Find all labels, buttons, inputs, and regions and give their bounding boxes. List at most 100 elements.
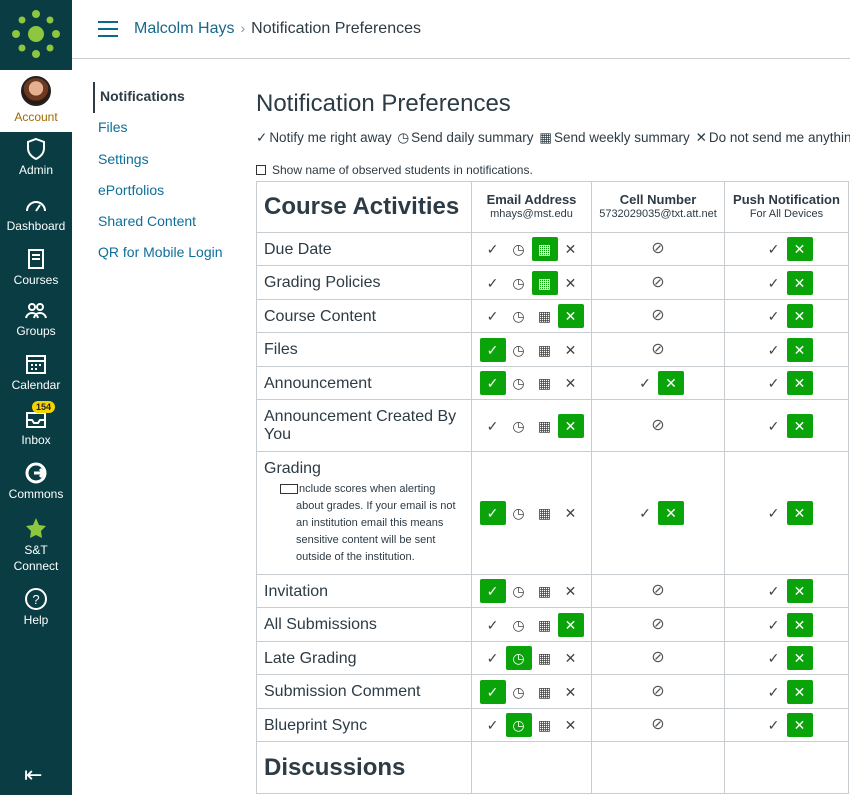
x-icon[interactable]: ✕	[786, 579, 813, 603]
check-icon[interactable]: ✓	[761, 271, 787, 295]
check-icon[interactable]: ✓	[761, 613, 787, 637]
clock-icon[interactable]: ◷	[506, 613, 532, 637]
subnav-item-files[interactable]: Files	[93, 113, 243, 144]
global-nav-account[interactable]: Account	[0, 70, 72, 132]
x-icon[interactable]: ✕	[558, 579, 584, 603]
x-icon[interactable]: ✕	[557, 612, 584, 637]
clock-icon[interactable]: ◷	[506, 237, 532, 261]
calendar-icon[interactable]: ▦	[532, 304, 558, 328]
disabled-icon[interactable]: ⊘	[645, 414, 671, 438]
clock-icon[interactable]: ◷	[506, 501, 532, 525]
calendar-icon[interactable]: ▦	[532, 646, 558, 670]
global-nav-stconnect[interactable]: S&T Connect	[0, 516, 72, 574]
check-icon[interactable]: ✓	[480, 646, 506, 670]
disabled-icon[interactable]: ⊘	[645, 579, 671, 603]
x-icon[interactable]: ✕	[558, 501, 584, 525]
disabled-icon[interactable]: ⊘	[645, 613, 671, 637]
disabled-icon[interactable]: ⊘	[645, 338, 671, 362]
calendar-icon[interactable]: ▦	[532, 501, 558, 525]
global-nav-admin[interactable]: Admin	[0, 137, 72, 177]
global-nav-commons[interactable]: Commons	[0, 461, 72, 501]
clock-icon[interactable]: ◷	[506, 304, 532, 328]
x-icon[interactable]: ✕	[658, 371, 684, 395]
checkbox[interactable]	[280, 484, 298, 494]
check-icon[interactable]: ✓	[479, 501, 506, 525]
check-icon[interactable]: ✓	[479, 579, 506, 603]
x-icon[interactable]: ✕	[557, 304, 584, 328]
check-icon[interactable]: ✓	[632, 371, 658, 395]
x-icon[interactable]: ✕	[786, 237, 813, 261]
checkbox[interactable]	[256, 165, 266, 175]
global-nav-calendar[interactable]: Calendar	[0, 352, 72, 392]
x-icon[interactable]: ✕	[786, 679, 813, 704]
calendar-icon[interactable]: ▦	[532, 680, 558, 704]
x-icon[interactable]: ✕	[786, 371, 813, 395]
breadcrumb-user[interactable]: Malcolm Hays	[134, 20, 234, 37]
clock-icon[interactable]: ◷	[505, 713, 532, 737]
x-icon[interactable]: ✕	[786, 646, 813, 670]
check-icon[interactable]: ✓	[479, 679, 506, 704]
check-icon[interactable]: ✓	[480, 713, 506, 737]
calendar-icon[interactable]: ▦	[532, 579, 558, 603]
x-icon[interactable]: ✕	[558, 646, 584, 670]
check-icon[interactable]: ✓	[479, 371, 506, 395]
include-scores-option[interactable]: Include scores when alerting about grade…	[264, 481, 459, 566]
x-icon[interactable]: ✕	[558, 713, 584, 737]
global-nav-courses[interactable]: Courses	[0, 247, 72, 287]
x-icon[interactable]: ✕	[786, 612, 813, 637]
subnav-item-shared-content[interactable]: Shared Content	[93, 207, 243, 238]
disabled-icon[interactable]: ⊘	[645, 713, 671, 737]
subnav-item-eportfolios[interactable]: ePortfolios	[93, 176, 243, 207]
check-icon[interactable]: ✓	[761, 646, 787, 670]
global-nav-inbox[interactable]: 154 Inbox	[0, 401, 72, 447]
clock-icon[interactable]: ◷	[506, 371, 532, 395]
x-icon[interactable]: ✕	[786, 270, 813, 295]
hamburger-icon[interactable]	[98, 21, 118, 37]
clock-icon[interactable]: ◷	[506, 414, 532, 438]
canvas-logo-icon[interactable]	[10, 8, 62, 60]
x-icon[interactable]: ✕	[558, 237, 584, 261]
calendar-icon[interactable]: ▦	[532, 414, 558, 438]
calendar-icon[interactable]: ▦	[531, 270, 558, 295]
disabled-icon[interactable]: ⊘	[645, 271, 671, 295]
calendar-icon[interactable]: ▦	[532, 371, 558, 395]
clock-icon[interactable]: ◷	[505, 646, 532, 670]
subnav-item-notifications[interactable]: Notifications	[93, 82, 243, 114]
global-nav-help[interactable]: ? Help	[0, 587, 72, 627]
check-icon[interactable]: ✓	[761, 304, 787, 328]
calendar-icon[interactable]: ▦	[532, 613, 558, 637]
check-icon[interactable]: ✓	[480, 237, 506, 261]
check-icon[interactable]: ✓	[480, 414, 506, 438]
x-icon[interactable]: ✕	[786, 337, 813, 362]
x-icon[interactable]: ✕	[558, 338, 584, 362]
disabled-icon[interactable]: ⊘	[645, 237, 671, 261]
check-icon[interactable]: ✓	[761, 338, 787, 362]
check-icon[interactable]: ✓	[479, 337, 506, 362]
global-nav-groups[interactable]: Groups	[0, 298, 72, 338]
x-icon[interactable]: ✕	[786, 304, 813, 328]
x-icon[interactable]: ✕	[786, 501, 813, 525]
check-icon[interactable]: ✓	[761, 713, 787, 737]
clock-icon[interactable]: ◷	[506, 680, 532, 704]
check-icon[interactable]: ✓	[761, 371, 787, 395]
x-icon[interactable]: ✕	[786, 413, 813, 438]
check-icon[interactable]: ✓	[761, 414, 787, 438]
x-icon[interactable]: ✕	[558, 680, 584, 704]
disabled-icon[interactable]: ⊘	[645, 646, 671, 670]
check-icon[interactable]: ✓	[480, 304, 506, 328]
check-icon[interactable]: ✓	[480, 613, 506, 637]
x-icon[interactable]: ✕	[786, 713, 813, 737]
show-observed-checkbox-row[interactable]: Show name of observed students in notifi…	[256, 163, 533, 177]
clock-icon[interactable]: ◷	[506, 579, 532, 603]
disabled-icon[interactable]: ⊘	[645, 304, 671, 328]
calendar-icon[interactable]: ▦	[532, 713, 558, 737]
disabled-icon[interactable]: ⊘	[645, 680, 671, 704]
check-icon[interactable]: ✓	[761, 501, 787, 525]
check-icon[interactable]: ✓	[761, 680, 787, 704]
x-icon[interactable]: ✕	[658, 501, 684, 525]
clock-icon[interactable]: ◷	[506, 338, 532, 362]
calendar-icon[interactable]: ▦	[532, 338, 558, 362]
calendar-icon[interactable]: ▦	[531, 237, 558, 261]
check-icon[interactable]: ✓	[480, 271, 506, 295]
check-icon[interactable]: ✓	[632, 501, 658, 525]
